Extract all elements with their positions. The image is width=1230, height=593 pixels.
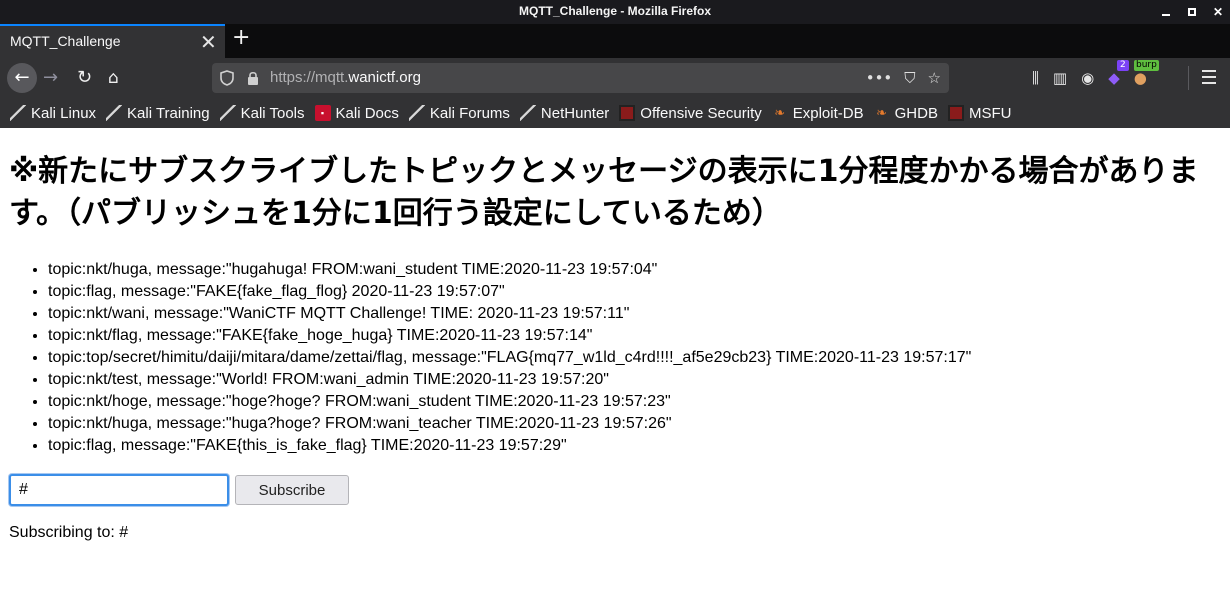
tab-mqtt-challenge[interactable]: MQTT_Challenge ✕ <box>0 24 225 58</box>
message-item: topic:nkt/hoge, message:"hoge?hoge? FROM… <box>48 391 971 413</box>
bookmark-label: GHDB <box>894 104 938 122</box>
message-item: topic:nkt/wani, message:"WaniCTF MQTT Ch… <box>48 303 971 325</box>
topic-input[interactable] <box>9 474 229 506</box>
exploit-db-icon: ❧ <box>774 105 786 120</box>
extension-badge: 2 <box>1117 60 1129 71</box>
library-icon[interactable]: ⫼ <box>1032 69 1039 87</box>
tab-strip: MQTT_Challenge ✕ + <box>0 24 1230 58</box>
bookmark-nethunter[interactable]: NetHunter <box>519 104 610 122</box>
bookmark-label: Kali Linux <box>31 104 97 122</box>
page-content: ※新たにサブスクライブしたトピックとメッセージの表示に1分程度かかる場合がありま… <box>0 128 1230 593</box>
message-item: topic:nkt/huga, message:"hugahuga! FROM:… <box>48 259 971 281</box>
bookmark-kali-tools[interactable]: Kali Tools <box>219 104 305 122</box>
message-item: topic:flag, message:"FAKE{this_is_fake_f… <box>48 435 971 457</box>
window-titlebar: MQTT_Challenge - Mozilla Firefox ✕ <box>0 0 1230 24</box>
bookmark-kali-docs[interactable]: ▪ Kali Docs <box>314 104 399 122</box>
burp-proxy-icon[interactable]: ● burp <box>1134 60 1159 87</box>
window-controls: ✕ <box>1160 0 1224 24</box>
exploit-db-icon: ❧ <box>876 105 888 120</box>
url-actions: ••• ⛉ ☆ <box>866 67 941 89</box>
account-icon[interactable]: ◉ <box>1081 69 1094 87</box>
kali-dragon-icon <box>519 105 536 121</box>
pdf-icon: ▪ <box>314 105 331 121</box>
pocket-icon[interactable]: ⛉ <box>904 67 915 89</box>
message-item: topic:top/secret/himitu/daiji/mitara/dam… <box>48 347 971 369</box>
bookmark-label: MSFU <box>968 104 1012 122</box>
bookmark-label: Kali Docs <box>335 104 399 122</box>
offsec-icon <box>947 105 964 121</box>
bookmark-label: NetHunter <box>540 104 610 122</box>
bookmark-kali-linux[interactable]: Kali Linux <box>10 105 96 122</box>
bookmark-exploit-db[interactable]: ❧ Exploit-DB <box>772 104 864 122</box>
url-prefix: https://mqtt. <box>270 69 349 86</box>
kali-dragon-icon <box>408 105 425 121</box>
nav-toolbar: ← → ↻ ⌂ https://mqtt.wanictf.org ••• ⛉ ☆… <box>0 58 1230 98</box>
bookmark-label: Exploit-DB <box>792 104 864 122</box>
sidebar-icon[interactable]: ▥ <box>1053 69 1067 87</box>
close-window-icon[interactable]: ✕ <box>1212 5 1224 19</box>
page-heading: ※新たにサブスクライブしたトピックとメッセージの表示に1分程度かかる場合がありま… <box>9 154 1199 231</box>
page-actions-icon[interactable]: ••• <box>866 67 893 89</box>
new-tab-icon[interactable]: + <box>232 25 250 50</box>
lock-icon[interactable] <box>246 70 260 86</box>
home-icon[interactable]: ⌂ <box>108 63 119 93</box>
back-arrow-icon[interactable]: ← <box>7 63 37 93</box>
bookmark-ghdb[interactable]: ❧ GHDB <box>874 105 938 122</box>
bookmark-label: Kali Training <box>127 104 210 122</box>
burp-badge: burp <box>1133 60 1159 71</box>
url-bar[interactable]: https://mqtt.wanictf.org ••• ⛉ ☆ <box>212 63 949 93</box>
offsec-icon <box>619 105 636 121</box>
subscription-status: Subscribing to: # <box>9 524 129 541</box>
minimize-icon[interactable] <box>1160 6 1172 18</box>
bookmark-label: Kali Forums <box>429 104 510 122</box>
maximize-icon[interactable] <box>1186 6 1198 18</box>
message-item: topic:nkt/flag, message:"FAKE{fake_hoge_… <box>48 325 971 347</box>
subscribe-button[interactable]: Subscribe <box>235 475 349 505</box>
kali-dragon-icon <box>106 105 123 121</box>
bookmark-kali-training[interactable]: Kali Training <box>106 105 210 122</box>
kali-dragon-icon <box>219 105 236 121</box>
bookmark-offensive-security[interactable]: Offensive Security <box>619 104 762 122</box>
tab-close-icon[interactable]: ✕ <box>200 30 217 55</box>
kali-dragon-icon <box>10 105 26 121</box>
bookmark-star-icon[interactable]: ☆ <box>928 67 941 89</box>
toolbar-icons: ⫼ ▥ ◉ ◆ 2 ● burp <box>1032 60 1159 93</box>
message-item: topic:nkt/huga, message:"huga?hoge? FROM… <box>48 413 971 435</box>
toolbar-separator <box>1188 66 1189 90</box>
url-text[interactable]: https://mqtt.wanictf.org <box>270 69 421 86</box>
forward-arrow-icon[interactable]: → <box>43 63 58 93</box>
menu-icon[interactable] <box>1202 70 1216 88</box>
tab-title: MQTT_Challenge <box>10 33 121 49</box>
bookmark-msfu[interactable]: MSFU <box>947 104 1012 122</box>
message-item: topic:nkt/test, message:"World! FROM:wan… <box>48 369 971 391</box>
url-host: wanictf.org <box>348 69 421 86</box>
shield-icon[interactable] <box>220 70 234 86</box>
bookmarks-bar: Kali Linux Kali Training Kali Tools ▪ Kal… <box>0 98 1230 128</box>
message-item: topic:flag, message:"FAKE{fake_flag_flog… <box>48 281 971 303</box>
reload-icon[interactable]: ↻ <box>77 63 92 93</box>
bookmark-label: Offensive Security <box>640 104 762 122</box>
extension-icon[interactable]: ◆ 2 <box>1108 60 1129 87</box>
message-list: topic:nkt/huga, message:"hugahuga! FROM:… <box>48 259 971 457</box>
bookmark-kali-forums[interactable]: Kali Forums <box>408 104 510 122</box>
bookmark-label: Kali Tools <box>240 104 305 122</box>
window-title: MQTT_Challenge - Mozilla Firefox <box>518 4 712 18</box>
